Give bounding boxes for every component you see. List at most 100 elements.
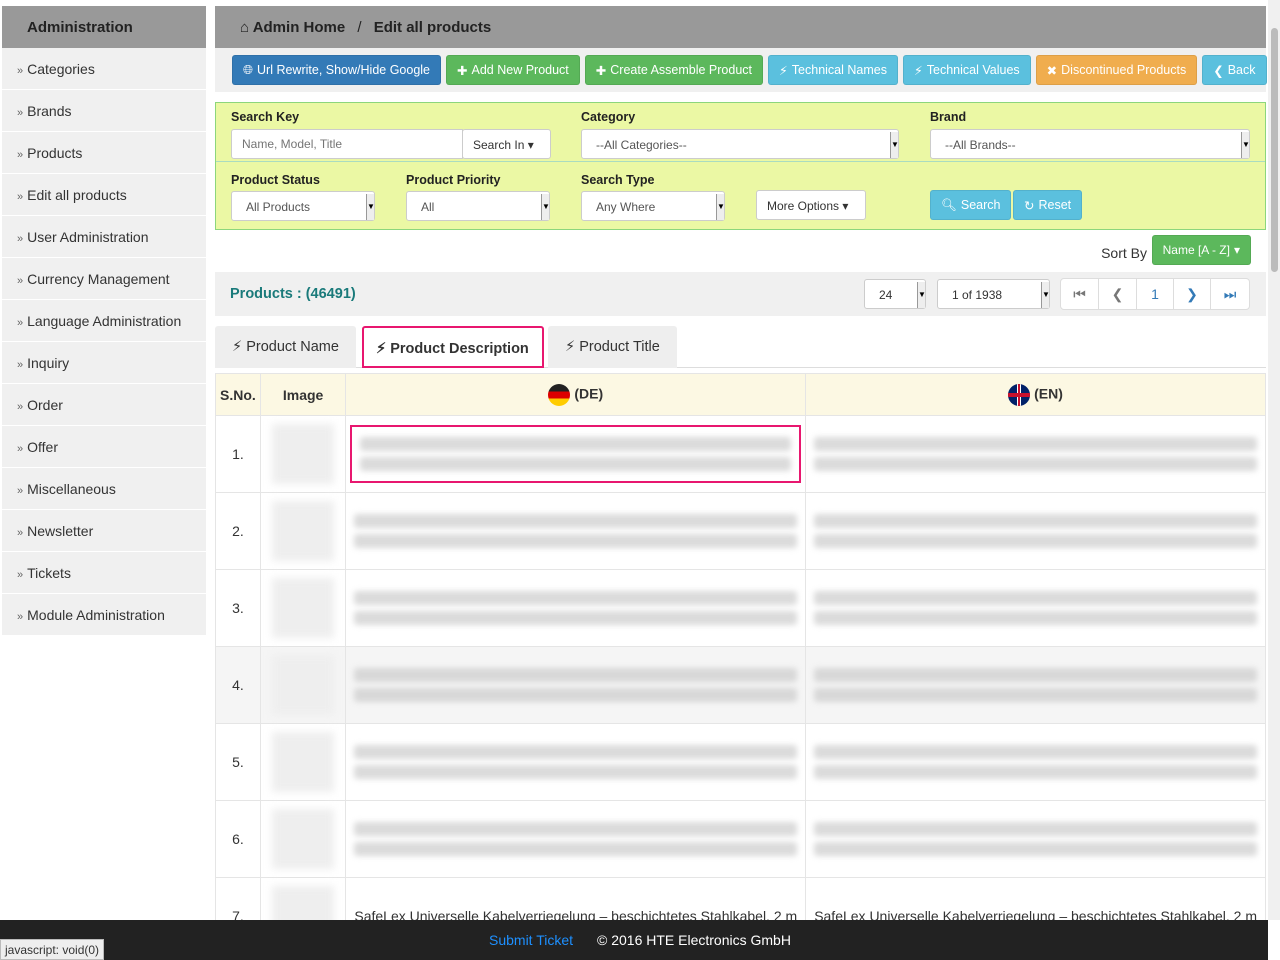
sidebar-item-language-administration[interactable]: » Language Administration (2, 300, 206, 342)
sort-label: Sort By (1101, 245, 1147, 261)
submit-ticket-link[interactable]: Submit Ticket (489, 932, 573, 948)
sidebar-item-order[interactable]: » Order (2, 384, 206, 426)
plus-icon: ✚ (457, 63, 468, 78)
status-label: Product Status (231, 173, 320, 187)
col-sno: S.No. (215, 373, 261, 416)
sidebar-title: Administration (2, 6, 206, 48)
description-de[interactable] (346, 504, 805, 558)
uk-flag-icon (1008, 383, 1031, 406)
double-chevron-icon: » (17, 275, 24, 287)
sidebar-item-categories[interactable]: » Categories (2, 48, 206, 90)
search-button[interactable]: 🔍︎ Search (930, 190, 1012, 220)
tabs: ⚡︎ Product Name ⚡︎ Product Description ⚡… (215, 326, 1266, 368)
description-en[interactable] (806, 504, 1265, 558)
sidebar-item-label: Offer (27, 439, 58, 455)
first-page-icon[interactable]: ⏮︎ (1061, 279, 1099, 309)
footer: Submit Ticket © 2016 HTE Electronics Gmb… (0, 920, 1268, 960)
description-en[interactable] (806, 735, 1265, 789)
description-de[interactable] (346, 658, 805, 712)
search-input[interactable] (231, 129, 463, 159)
sidebar-item-brands[interactable]: » Brands (2, 90, 206, 132)
url-rewrite-show-hide-google-button[interactable]: 🌐︎ Url Rewrite, Show/Hide Google (232, 55, 442, 85)
sidebar-item-label: Order (27, 397, 63, 413)
last-page-icon[interactable]: ⏭︎ (1211, 279, 1249, 309)
tab-product-title[interactable]: ⚡︎ Product Title (548, 326, 677, 368)
technical-names-button[interactable]: ⚡︎ Technical Names (768, 55, 898, 85)
tab-product-name[interactable]: ⚡︎ Product Name (215, 326, 356, 368)
row-number: 2. (215, 492, 261, 570)
row-number: 6. (215, 800, 261, 878)
sidebar-item-inquiry[interactable]: » Inquiry (2, 342, 206, 384)
description-en[interactable] (806, 581, 1265, 635)
product-image (259, 492, 347, 570)
bolt-icon: ⚡︎ (232, 339, 243, 355)
description-de[interactable] (346, 812, 805, 866)
back-button[interactable]: ❮ Back (1202, 55, 1267, 85)
description-de[interactable] (346, 735, 805, 789)
product-image (259, 646, 347, 724)
more-options-button[interactable]: More Options ▾ (756, 190, 866, 220)
create-assemble-product-button[interactable]: ✚ Create Assemble Product (584, 55, 764, 85)
description-en[interactable] (806, 658, 1265, 712)
next-page-icon[interactable]: ❯ (1174, 279, 1211, 309)
breadcrumb: ⌂ Admin Home / Edit all products (215, 6, 1266, 48)
description-en[interactable] (806, 812, 1265, 866)
double-chevron-icon: » (17, 401, 24, 413)
sidebar-item-miscellaneous[interactable]: » Miscellaneous (2, 468, 206, 510)
prev-page-icon[interactable]: ❮ (1099, 279, 1137, 309)
product-image (259, 569, 347, 647)
sort-row: Sort By Name [A - Z] ▾ (215, 230, 1266, 272)
scrollbar[interactable] (1268, 0, 1280, 920)
technical-values-button[interactable]: ⚡︎ Technical Values (902, 55, 1031, 85)
sidebar-item-currency-management[interactable]: » Currency Management (2, 258, 206, 300)
search-in-dropdown[interactable]: Search In ▾ (462, 129, 551, 159)
sidebar-item-tickets[interactable]: » Tickets (2, 552, 206, 594)
per-page-select[interactable]: 24 ▼ (864, 279, 926, 309)
copyright: © 2016 HTE Electronics GmbH (597, 932, 791, 948)
breadcrumb-home[interactable]: Admin Home (253, 19, 346, 36)
double-chevron-icon: » (17, 149, 24, 161)
sidebar-item-offer[interactable]: » Offer (2, 426, 206, 468)
sidebar-item-label: Inquiry (27, 355, 70, 371)
search-type-select[interactable]: Any Where ▼ (581, 191, 725, 221)
product-image (259, 800, 347, 878)
search-type-label: Search Type (581, 173, 655, 187)
add-new-product-button[interactable]: ✚ Add New Product (446, 55, 580, 85)
tab-product-description[interactable]: ⚡︎ Product Description (362, 326, 544, 368)
double-chevron-icon: » (17, 443, 24, 455)
brand-label: Brand (930, 110, 967, 124)
double-chevron-icon: » (17, 359, 24, 371)
brand-select[interactable]: --All Brands-- ▼ (930, 129, 1250, 159)
sidebar-item-label: Categories (27, 61, 95, 77)
sidebar-item-label: Language Administration (27, 313, 182, 329)
double-chevron-icon: » (17, 569, 24, 581)
category-select[interactable]: --All Categories-- ▼ (581, 129, 899, 159)
divider (216, 161, 1265, 162)
scrollbar-thumb[interactable] (1271, 28, 1278, 272)
sidebar-item-products[interactable]: » Products (2, 132, 206, 174)
sort-dropdown[interactable]: Name [A - Z] ▾ (1151, 235, 1251, 265)
sidebar-item-label: Edit all products (27, 187, 127, 203)
chevron-down-icon: ▾ (842, 199, 849, 213)
table-row: 4. (215, 646, 1266, 724)
description-de[interactable] (350, 425, 802, 483)
sidebar-item-newsletter[interactable]: » Newsletter (2, 510, 206, 552)
discontinued-products-button[interactable]: ✖ Discontinued Products (1035, 55, 1198, 85)
priority-select[interactable]: All ▼ (406, 191, 550, 221)
bolt-icon: ⚡︎ (913, 63, 923, 78)
description-de[interactable] (346, 581, 805, 635)
home-icon: ⌂ (240, 19, 250, 36)
description-en[interactable] (806, 427, 1265, 481)
page-select[interactable]: 1 of 1938 ▼ (937, 279, 1050, 309)
sidebar-item-edit-all-products[interactable]: » Edit all products (2, 174, 206, 216)
search-icon: 🔍︎ (941, 197, 957, 212)
page-1-link[interactable]: 1 (1137, 279, 1174, 309)
sidebar-item-user-administration[interactable]: » User Administration (2, 216, 206, 258)
col-de: (DE) (345, 373, 807, 416)
reset-button[interactable]: ↻ Reset (1013, 190, 1083, 220)
products-table: S.No. Image (DE) (EN) 1. 2. 3. 4. 5. 6. 7. Safe… (215, 373, 1266, 955)
status-select[interactable]: All Products ▼ (231, 191, 375, 221)
sidebar-item-module-administration[interactable]: » Module Administration (2, 594, 206, 636)
table-row: 5. (215, 723, 1266, 801)
double-chevron-icon: » (17, 527, 24, 539)
